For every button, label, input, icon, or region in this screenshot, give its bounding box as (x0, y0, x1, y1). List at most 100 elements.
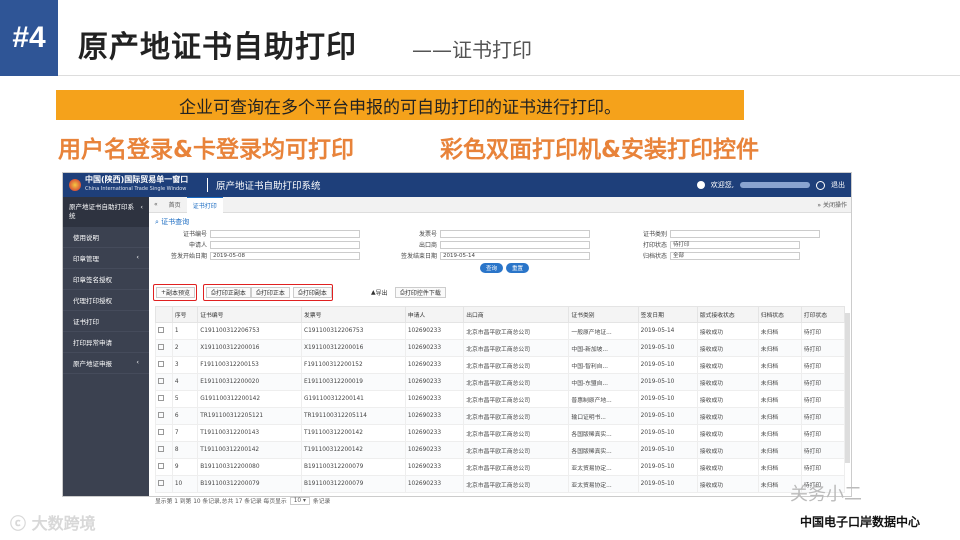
column-header: 版式接收状态 (696, 306, 759, 323)
archive-status-select[interactable]: 全部 (670, 251, 800, 260)
table-row[interactable]: 6 TR191100312205121 TR191100312205114 10269… (155, 407, 846, 425)
row-checkbox[interactable] (158, 361, 164, 367)
query-form: 证书编号 发票号 证书类别 申请人 出口商 打印状态 待打印 签发开始日期 2019… (155, 229, 845, 279)
reset-button[interactable]: 重置 (506, 263, 530, 273)
table-cell-recv: 接收成功 (696, 458, 759, 476)
row-checkbox[interactable] (158, 446, 164, 452)
sidebar-item-seal[interactable]: 印章管理 ‹ (63, 248, 149, 270)
row-checkbox[interactable] (158, 463, 164, 469)
table-cell-exporter: 北京市昌平欧工商总公司 (463, 441, 570, 459)
table-cell-invoice: T191100312200142 (301, 424, 406, 442)
brand-cn: 中国(陕西)国际贸易单一窗口 (85, 174, 189, 184)
row-checkbox[interactable] (158, 395, 164, 401)
table-cell-archive: 未归档 (757, 407, 802, 425)
row-checkbox[interactable] (158, 344, 164, 350)
main-content: ⌕ 证书查询 证书编号 发票号 证书类别 申请人 出口商 打印状态 待打印 签发开… (149, 213, 851, 505)
table-row[interactable]: 7 T191100312200143 T191100312200142 1026902… (155, 424, 846, 442)
sidebar-item-seal-auth[interactable]: 印章签名授权 (63, 269, 149, 291)
table-row[interactable]: 3 F191100312200153 F191100312200152 1026902… (155, 356, 846, 374)
footer-org: 中国电子口岸数据中心 (800, 515, 921, 529)
table-cell-exporter: 北京市昌平欧工商总公司 (463, 407, 570, 425)
table-cell-cert: T191100312200143 (197, 424, 303, 442)
table-row[interactable]: 9 B191100312200080 B191100312200079 1026902… (155, 458, 846, 476)
issue-start-input[interactable]: 2019-05-08 (210, 251, 360, 260)
table-row[interactable]: 5 G191100312200142 G191100312200141 1026902… (155, 390, 846, 408)
table-cell-invoice: X191100312200016 (301, 339, 406, 357)
download-plugin-button[interactable]: ⎙ 打印控件下载 (395, 287, 446, 298)
table-cell-type: 中国-东盟自... (568, 373, 639, 391)
table-cell-applicant: 102690233 (404, 373, 465, 391)
table-cell-type: 各国版稀真实... (568, 441, 639, 459)
tab-cert-print[interactable]: 证书打印 (186, 196, 223, 213)
issue-end-input[interactable]: 2019-05-14 (440, 251, 590, 260)
table-cell-no: 1 (171, 322, 199, 340)
table-cell-date: 2019-05-10 (637, 373, 698, 391)
row-checkbox[interactable] (158, 429, 164, 435)
page-size-select[interactable]: 10 ▾ (289, 496, 310, 505)
applicant-input[interactable] (210, 240, 360, 249)
print-copy-button[interactable]: ⎙ 打印副本 (293, 287, 332, 298)
table-cell-applicant: 102690233 (404, 458, 465, 476)
tab-prev-icon[interactable]: « (149, 201, 163, 208)
table-cell-cert: E191100312200020 (197, 373, 303, 391)
logout-button[interactable]: 退出 (831, 180, 845, 190)
preview-button[interactable]: + 副本预览 (156, 287, 196, 298)
query-button[interactable]: 查询 (480, 263, 504, 273)
print-original-button[interactable]: ⎙ 打印正本 (251, 287, 290, 298)
table-cell-applicant: 102690233 (404, 424, 465, 442)
user-icon (696, 181, 705, 189)
table-cell-applicant: 102690233 (404, 407, 465, 425)
row-checkbox[interactable] (158, 327, 164, 333)
table-row[interactable]: 10 B191100312200079 B191100312200079 102690… (155, 475, 846, 493)
export-button[interactable]: ▲ 导出 (367, 287, 392, 298)
table-cell-applicant: 102690233 (404, 322, 465, 340)
table-row[interactable]: 1 C191100312206753 C191100312206753 1026902… (155, 322, 846, 340)
table-cell-exporter: 北京市昌平欧工商总公司 (463, 373, 570, 391)
feature-left: 用户名登录&卡登录均可打印 (58, 137, 355, 163)
tab-home[interactable]: 首页 (163, 197, 187, 213)
table-cell-type: 亚太贸易协定... (568, 475, 639, 493)
table-cell-print: 待打印 (800, 424, 846, 442)
cert-no-input[interactable] (210, 229, 360, 238)
column-header: 归档状态 (757, 306, 802, 323)
table-cell-archive: 未归档 (757, 356, 802, 374)
print-status-select[interactable]: 待打印 (670, 240, 800, 249)
table-cell-print: 待打印 (800, 356, 846, 374)
cert-type-select[interactable] (670, 229, 820, 238)
user-name (740, 182, 810, 188)
chevron-down-icon: ‹ (136, 358, 139, 367)
chevron-down-icon: ‹ (136, 253, 139, 262)
table-cell-date: 2019-05-10 (637, 441, 698, 459)
user-greeting: 欢迎您, (710, 181, 734, 189)
print-cert-copy-button[interactable]: ⎙ 打印正副本 (206, 287, 251, 298)
table-cell-print: 待打印 (800, 441, 846, 459)
sidebar-item-cert-print[interactable]: 证书打印 (63, 311, 149, 333)
table-cell-recv: 接收成功 (696, 475, 759, 493)
sidebar-item-agent-auth[interactable]: 代理打印授权 (63, 290, 149, 312)
table-cell-cert: B191100312200080 (197, 458, 303, 476)
scrollbar[interactable] (845, 313, 850, 463)
table-cell-invoice: TR191100312205114 (301, 407, 406, 425)
invoice-no-input[interactable] (440, 229, 590, 238)
sidebar-item-declare[interactable]: 原产地证申报 ‹ (63, 353, 149, 375)
table-cell-exporter: 北京市昌平欧工商总公司 (463, 458, 570, 476)
column-header (155, 306, 173, 323)
chevron-left-icon[interactable]: ‹ (140, 203, 143, 221)
table-cell-date: 2019-05-10 (637, 390, 698, 408)
column-header: 发票号 (301, 306, 406, 323)
table-cell-date: 2019-05-10 (637, 339, 698, 357)
sidebar-item-guide[interactable]: 使用说明 (63, 227, 149, 249)
tab-close-ops[interactable]: » 关闭操作 (817, 200, 851, 209)
row-checkbox[interactable] (158, 480, 164, 486)
row-checkbox[interactable] (158, 412, 164, 418)
row-checkbox[interactable] (158, 378, 164, 384)
exporter-input[interactable] (440, 240, 590, 249)
table-cell-no: 10 (171, 475, 199, 493)
table-cell-applicant: 102690233 (404, 339, 465, 357)
table-row[interactable]: 8 T191100312200142 T191100312200142 1026902… (155, 441, 846, 459)
power-icon[interactable] (816, 180, 825, 190)
table-row[interactable]: 4 E191100312200020 E191100312200019 1026902… (155, 373, 846, 391)
sidebar-item-print-exception[interactable]: 打印异常申请 (63, 332, 149, 354)
table-cell-exporter: 北京市昌平欧工商总公司 (463, 390, 570, 408)
table-row[interactable]: 2 X191100312200016 X191100312200016 1026902… (155, 339, 846, 357)
